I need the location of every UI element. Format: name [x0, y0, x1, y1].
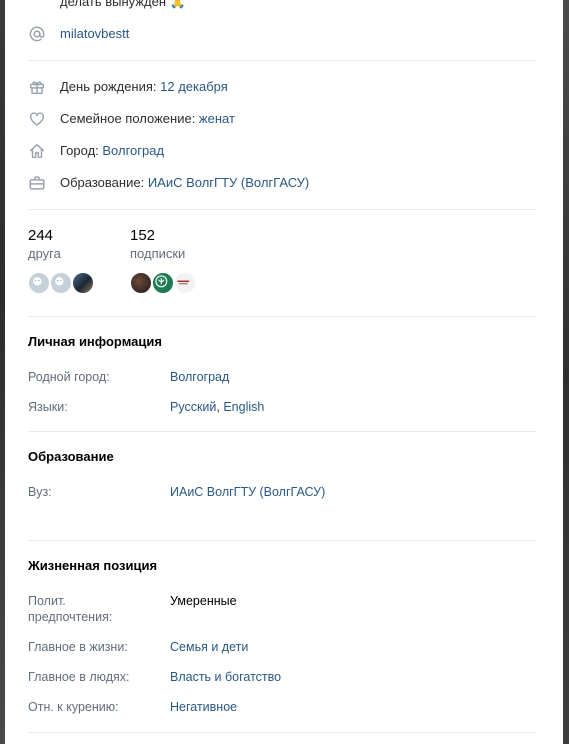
- subscription-avatar-3[interactable]: [173, 271, 197, 295]
- political-label-line2: предпочтения:: [28, 610, 113, 624]
- divider: [28, 431, 536, 432]
- subscriptions-label[interactable]: подписки: [130, 246, 185, 261]
- family-status-value-link[interactable]: женат: [199, 111, 235, 126]
- life-position-title: Жизненная позиция: [28, 558, 158, 573]
- heart-icon: [27, 109, 47, 129]
- education-title: Образование: [28, 449, 114, 464]
- hometown-label: Родной город:: [28, 370, 110, 384]
- education-value-link[interactable]: ИАиС ВолгГТУ (ВолгГАСУ): [148, 175, 309, 190]
- nickname-link[interactable]: milatovbestt: [60, 26, 129, 41]
- subscription-avatar-1[interactable]: [129, 271, 153, 295]
- hometown-value-link[interactable]: Волгоград: [170, 369, 229, 385]
- city-label: Город:: [60, 143, 103, 158]
- smoking-value-link[interactable]: Негативное: [170, 699, 237, 715]
- smoking-label: Отн. к курению:: [28, 700, 119, 714]
- languages-label: Языки:: [28, 400, 68, 414]
- friend-avatar-1[interactable]: [27, 271, 51, 295]
- life-main-value-link[interactable]: Семья и дети: [170, 639, 248, 655]
- birthday-row: День рождения: 12 декабря: [60, 79, 228, 94]
- subscriptions-count[interactable]: 152: [130, 227, 155, 244]
- background-right-strip: [563, 0, 569, 744]
- languages-value: Русский, English: [170, 399, 264, 415]
- friend-avatar-3[interactable]: [71, 271, 95, 295]
- political-label-line1: Полит.: [28, 594, 66, 608]
- language-link-russian[interactable]: Русский: [170, 400, 216, 414]
- family-status-label: Семейное положение:: [60, 111, 199, 126]
- divider: [28, 316, 536, 317]
- city-value-link[interactable]: Волгоград: [102, 143, 164, 158]
- divider: [28, 732, 536, 733]
- birthday-value-link[interactable]: 12 декабря: [160, 79, 228, 94]
- birthday-label: День рождения:: [60, 79, 161, 94]
- briefcase-icon: [27, 173, 47, 193]
- family-status-row: Семейное положение: женат: [60, 111, 235, 126]
- personal-info-title: Личная информация: [28, 334, 162, 349]
- friend-avatar-2[interactable]: [49, 271, 73, 295]
- status-text: делать вынужден 🙏: [60, 0, 186, 9]
- divider: [28, 60, 536, 61]
- language-link-english[interactable]: English: [223, 400, 264, 414]
- profile-details-panel: делать вынужден 🙏 milatovbestt День рожд…: [5, 0, 563, 744]
- divider: [28, 209, 536, 210]
- life-main-label: Главное в жизни:: [28, 640, 128, 654]
- people-main-value-link[interactable]: Власть и богатство: [170, 669, 281, 685]
- political-label: Полит. предпочтения:: [28, 593, 112, 625]
- education-row: Образование: ИАиС ВолгГТУ (ВолгГАСУ): [60, 175, 309, 190]
- at-sign-icon: [27, 24, 47, 44]
- home-icon: [27, 141, 47, 161]
- subscription-avatar-2[interactable]: [151, 271, 175, 295]
- friends-label[interactable]: друга: [28, 246, 61, 261]
- gift-icon: [27, 77, 47, 97]
- university-value-link[interactable]: ИАиС ВолгГТУ (ВолгГАСУ): [170, 484, 325, 500]
- city-row: Город: Волгоград: [60, 143, 164, 158]
- divider: [28, 540, 536, 541]
- friends-count[interactable]: 244: [28, 227, 53, 244]
- political-value: Умеренные: [170, 594, 237, 608]
- university-label: Вуз:: [28, 485, 52, 499]
- education-label: Образование:: [60, 175, 148, 190]
- people-main-label: Главное в людях:: [28, 670, 130, 684]
